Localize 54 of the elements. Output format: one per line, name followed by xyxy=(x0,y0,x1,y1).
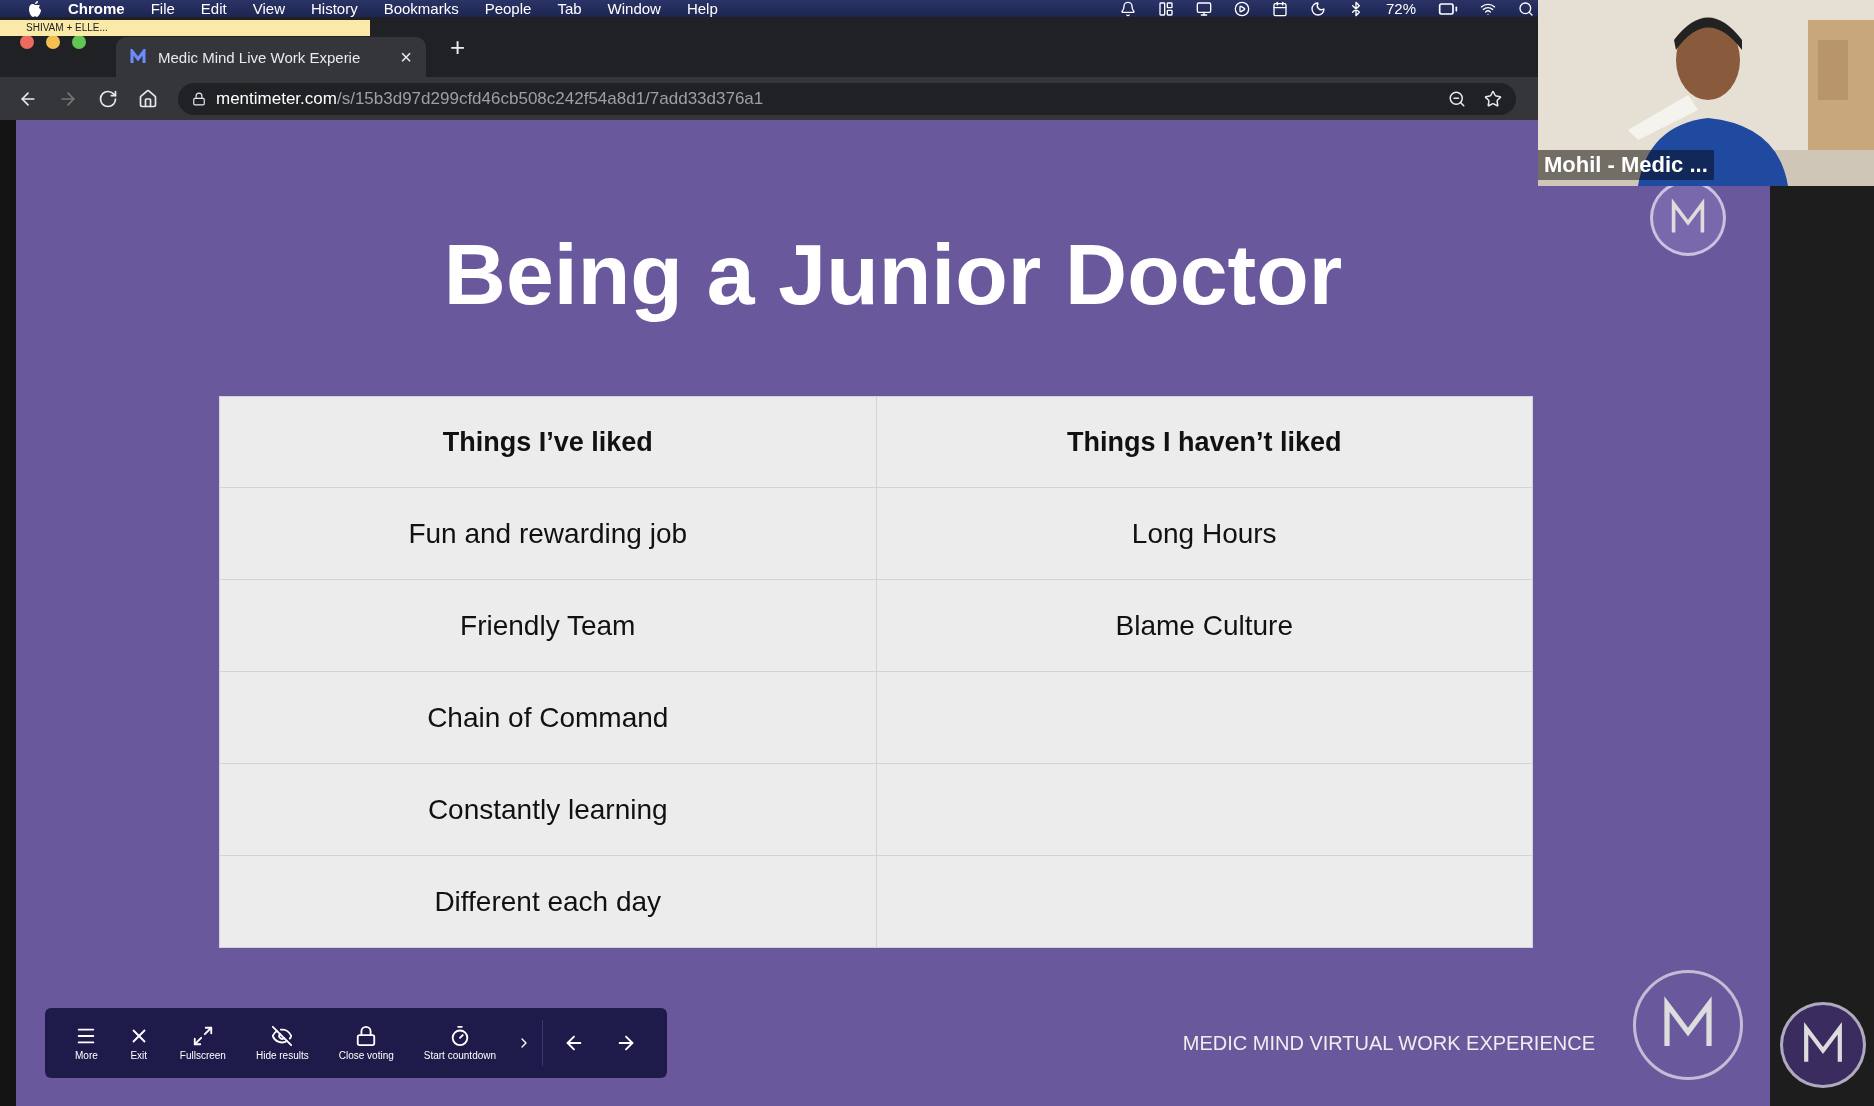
toolbar-button[interactable]: Start countdown xyxy=(413,1025,507,1061)
table-cell: Different each day xyxy=(219,855,876,948)
menu-item[interactable]: Chrome xyxy=(68,0,125,17)
table-cell: Blame Culture xyxy=(876,579,1533,672)
zoom-out-icon xyxy=(1448,89,1466,108)
participant-name: Mohil - Medic ... xyxy=(1538,150,1714,180)
reload-icon xyxy=(98,88,118,109)
favicon-icon xyxy=(130,49,146,65)
lock-icon xyxy=(192,91,206,106)
menu-item[interactable]: Help xyxy=(686,0,718,17)
eye-off-icon xyxy=(271,1025,294,1047)
menu-item[interactable]: Edit xyxy=(200,0,227,17)
menu-item[interactable]: People xyxy=(484,0,532,17)
play-icon xyxy=(1233,0,1250,17)
toolbar-button[interactable]: Close voting xyxy=(328,1025,404,1061)
bookmark-star-icon xyxy=(1484,89,1502,108)
menu-item[interactable]: View xyxy=(252,0,285,17)
table-cell: Chain of Command xyxy=(219,671,876,764)
bell-icon xyxy=(1119,0,1136,17)
lock-icon xyxy=(355,1025,378,1047)
menu-item[interactable]: File xyxy=(150,0,175,17)
table-cell: Long Hours xyxy=(876,487,1533,580)
table-cell: Friendly Team xyxy=(219,579,876,672)
table-cell: Fun and rewarding job xyxy=(219,487,876,580)
battery-percentage: 72% xyxy=(1385,0,1416,17)
apple-logo-icon xyxy=(28,0,42,17)
menu-item[interactable]: Window xyxy=(607,0,661,17)
address-bar[interactable]: mentimeter.com/s/15b3d97d299cfd46cb508c242f54a8d1/7add33d376a1 xyxy=(178,82,1516,115)
calendar-icon xyxy=(1271,0,1288,17)
home-icon xyxy=(138,88,158,109)
panels-icon xyxy=(1157,0,1174,17)
slide-title: Being a Junior Doctor xyxy=(443,225,1343,324)
table-cell: Constantly learning xyxy=(219,763,876,856)
column-header: Things I haven’t liked xyxy=(876,396,1533,488)
tab-title: Medic Mind Live Work Experie xyxy=(158,48,362,66)
monitor-icon xyxy=(1195,0,1212,17)
browser-tab[interactable]: Medic Mind Live Work Experie × xyxy=(116,37,426,77)
sticky-note: SHIVAM + ELLE... xyxy=(0,20,370,36)
menu-item[interactable]: Tab xyxy=(557,0,582,17)
toolbar-button[interactable]: Fullscreen xyxy=(169,1025,236,1061)
search-icon xyxy=(1518,0,1534,17)
toolbar-button[interactable]: Hide results xyxy=(245,1025,319,1061)
tab-close-button[interactable]: × xyxy=(400,45,412,69)
footer-text: MEDIC MIND VIRTUAL WORK EXPERIENCE xyxy=(1182,1031,1595,1055)
url-domain: mentimeter.com xyxy=(216,88,337,109)
url-path: /s/15b3d97d299cfd46cb508c242f54a8d1/7add33d376a1 xyxy=(336,88,764,109)
moon-icon xyxy=(1309,0,1326,17)
expand-icon xyxy=(191,1025,214,1047)
column-header: Things I’ve liked xyxy=(219,396,876,488)
new-tab-button[interactable]: + xyxy=(450,31,466,63)
toolbar-button[interactable]: More xyxy=(65,1025,108,1061)
toolbar-button[interactable]: Exit xyxy=(117,1025,160,1061)
menu-item[interactable]: Bookmarks xyxy=(383,0,459,17)
menu-item[interactable]: History xyxy=(310,0,358,17)
